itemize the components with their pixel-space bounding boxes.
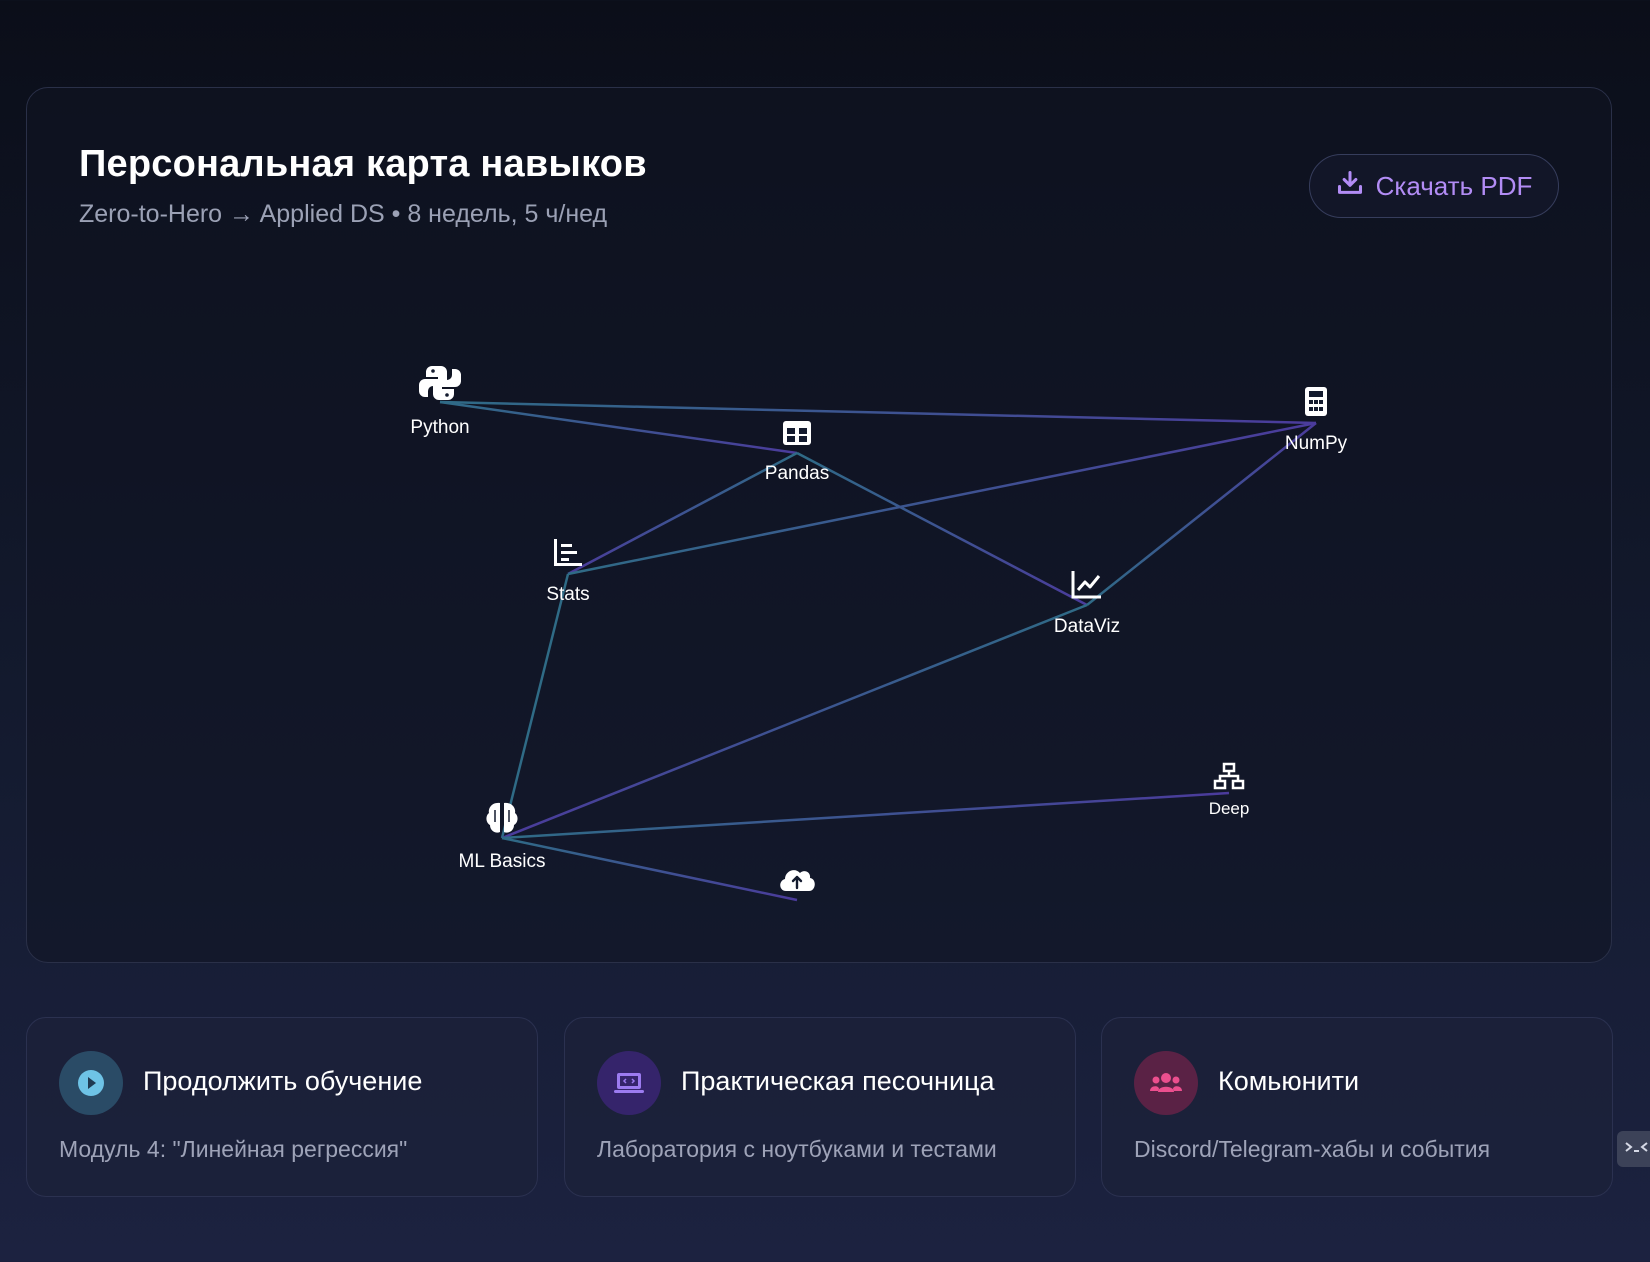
edge-mlbasics-deploy (501, 836, 798, 902)
node-label-deep: Deep (1209, 799, 1250, 818)
card-description: Модуль 4: "Линейная регрессия" (59, 1136, 408, 1162)
table-icon (783, 421, 811, 445)
users-icon (1134, 1051, 1198, 1115)
laptop-code-icon (597, 1051, 661, 1115)
node-label-stats: Stats (546, 584, 589, 605)
edge-dataviz-mlbasics (501, 603, 1088, 840)
python-icon (419, 366, 461, 400)
brain-icon (486, 802, 518, 833)
skill-map-card: Персональная карта навыков Zero-to-Hero … (26, 87, 1612, 963)
card-description: Discord/Telegram-хабы и события (1134, 1136, 1491, 1162)
card-description: Лаборатория с ноутбуками и тестами (597, 1136, 997, 1162)
line-chart-icon (1071, 571, 1101, 599)
edge-numpy-dataviz (1086, 422, 1317, 606)
node-label-ml-basics: ML Basics (459, 851, 546, 872)
feedback-icon (1623, 1137, 1649, 1162)
node-label-python: Python (410, 417, 469, 438)
node-label-pandas: Pandas (765, 463, 829, 484)
node-label-dataviz: DataViz (1054, 616, 1120, 637)
edge-stats-mlbasics (500, 573, 570, 839)
card-title: Продолжить обучение (143, 1066, 423, 1096)
edge-stats-numpy (567, 421, 1317, 576)
calculator-icon (1305, 387, 1327, 416)
card-title: Комьюнити (1218, 1066, 1360, 1096)
node-deploy[interactable] (780, 870, 815, 891)
edge-pandas-stats (567, 451, 798, 576)
bar-chart-icon (554, 539, 582, 566)
edge-mlbasics-deep (501, 791, 1230, 840)
skill-graph: Python Pandas NumPy Stats DataViz ML Bas… (410, 366, 1348, 902)
practice-sandbox-card[interactable]: Практическая песочница Лаборатория с ноу… (564, 1017, 1076, 1197)
node-deep[interactable]: Deep (1209, 762, 1250, 818)
community-card[interactable]: Комьюнити Discord/Telegram-хабы и событи… (1101, 1017, 1613, 1197)
feedback-tab[interactable] (1617, 1131, 1650, 1167)
play-icon (59, 1051, 123, 1115)
network-icon (1213, 762, 1245, 790)
card-title: Практическая песочница (681, 1066, 995, 1096)
continue-learning-card[interactable]: Продолжить обучение Модуль 4: "Линейная … (26, 1017, 538, 1197)
node-label-numpy: NumPy (1285, 433, 1348, 454)
edge-pandas-dataviz (796, 451, 1088, 607)
cloud-upload-icon (780, 870, 815, 891)
node-numpy[interactable]: NumPy (1285, 387, 1348, 454)
